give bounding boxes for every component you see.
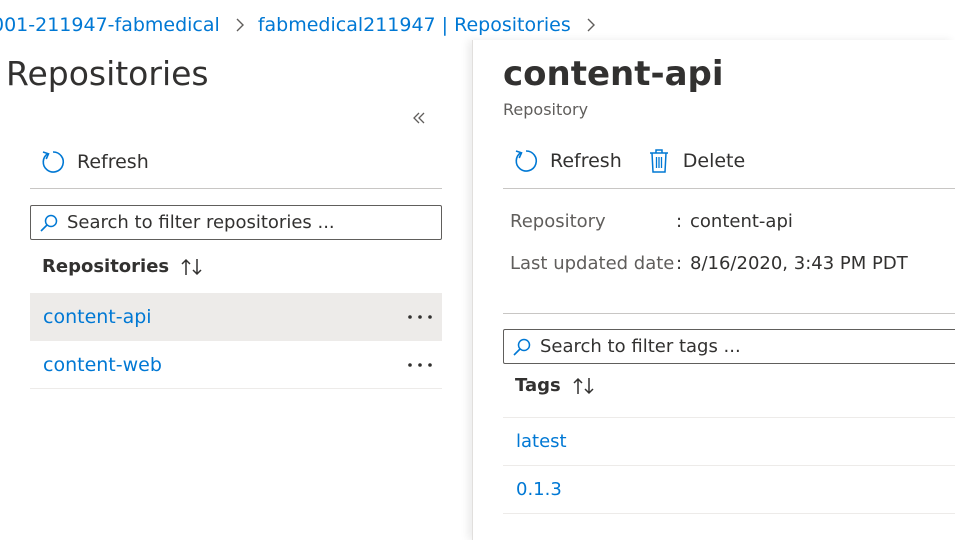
refresh-label: Refresh: [550, 150, 622, 172]
list-item[interactable]: content-web: [30, 341, 442, 389]
property-row: Last updated date : 8/16/2020, 3:43 PM P…: [510, 242, 908, 284]
delete-button[interactable]: Delete: [646, 148, 745, 174]
repository-properties: Repository : content-api Last updated da…: [510, 200, 908, 284]
tags-column-header[interactable]: Tags: [515, 375, 597, 396]
repository-subtitle: Repository: [503, 100, 589, 119]
divider: [503, 313, 955, 314]
divider: [30, 188, 442, 189]
more-options-icon[interactable]: [406, 355, 434, 375]
refresh-button[interactable]: Refresh: [40, 149, 149, 175]
search-icon: [512, 337, 532, 357]
tag-list: latest 0.1.3: [503, 417, 955, 514]
list-item[interactable]: latest: [503, 418, 955, 466]
property-row: Repository : content-api: [510, 200, 908, 242]
chevron-right-icon: [585, 18, 597, 32]
page-title: Repositories: [6, 54, 209, 93]
repositories-column-header[interactable]: Repositories: [42, 256, 205, 277]
repository-name[interactable]: content-web: [43, 354, 162, 376]
tag-search-box[interactable]: [503, 329, 955, 364]
sort-icon[interactable]: [571, 376, 597, 396]
repository-command-bar: Refresh Delete: [513, 141, 769, 181]
tag-search-input[interactable]: [540, 336, 955, 357]
property-key: Repository: [510, 210, 606, 232]
property-value: 8/16/2020, 3:43 PM PDT: [690, 252, 908, 274]
refresh-icon: [40, 149, 66, 175]
list-item[interactable]: content-api: [30, 293, 442, 341]
repository-detail-blade: content-api Repository Refresh Delete Re…: [472, 40, 955, 540]
repository-list: content-api content-web: [30, 293, 442, 389]
divider: [503, 188, 955, 189]
repository-search-box[interactable]: [30, 205, 442, 240]
property-separator: :: [676, 210, 683, 232]
double-chevron-left-icon[interactable]: [411, 110, 427, 126]
delete-label: Delete: [682, 150, 746, 172]
repository-title: content-api: [503, 54, 724, 94]
list-item[interactable]: 0.1.3: [503, 466, 955, 514]
repository-name[interactable]: content-api: [43, 306, 152, 328]
column-header-label: Tags: [515, 375, 561, 396]
breadcrumb: 001-211947-fabmedical fabmedical211947 |…: [0, 10, 609, 40]
refresh-icon: [513, 148, 539, 174]
search-icon: [39, 213, 59, 233]
refresh-button[interactable]: Refresh: [513, 148, 622, 174]
property-separator: :: [676, 252, 683, 274]
breadcrumb-item-resource-group[interactable]: 001-211947-fabmedical: [0, 14, 220, 36]
refresh-label: Refresh: [77, 151, 149, 173]
repositories-command-bar: Refresh: [40, 142, 173, 182]
repository-search-input[interactable]: [67, 212, 441, 233]
repositories-blade: Repositories Refresh Repositories conten…: [0, 46, 472, 540]
trash-icon: [646, 148, 672, 174]
breadcrumb-item-registry[interactable]: fabmedical211947 | Repositories: [258, 14, 571, 36]
chevron-right-icon: [234, 18, 246, 32]
property-value: content-api: [690, 210, 793, 232]
sort-icon[interactable]: [179, 257, 205, 277]
property-key: Last updated date: [510, 252, 675, 274]
column-header-label: Repositories: [42, 256, 170, 277]
more-options-icon[interactable]: [406, 307, 434, 327]
